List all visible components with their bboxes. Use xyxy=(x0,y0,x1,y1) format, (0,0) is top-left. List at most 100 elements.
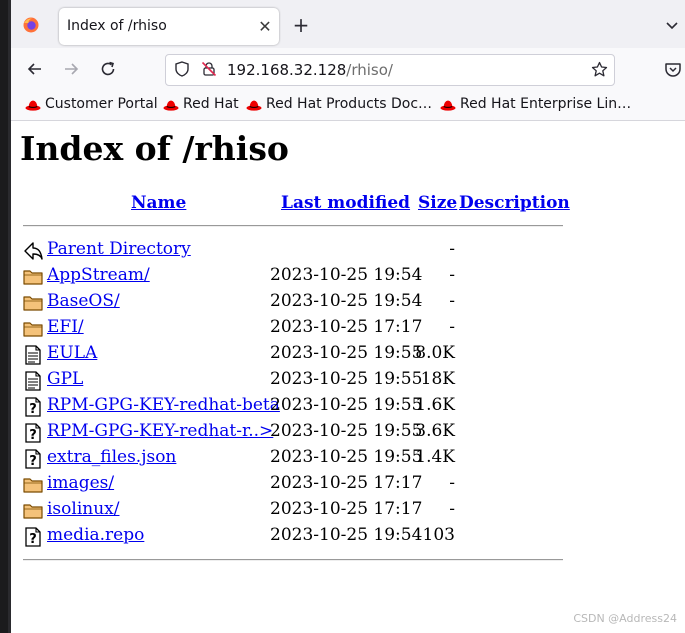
last-modified: 2023-10-25 17:17 xyxy=(270,317,423,337)
last-modified: 2023-10-25 19:55 xyxy=(270,421,423,441)
bookmark-label: Red Hat Enterprise Lin… xyxy=(460,96,632,112)
folder-icon xyxy=(23,293,43,313)
pocket-icon[interactable] xyxy=(663,59,683,79)
file-link[interactable]: media.repo xyxy=(47,525,144,545)
table-row: ? RPM-GPG-KEY-redhat-beta 2023-10-25 19:55… xyxy=(11,393,685,419)
table-row: ? extra_files.json 2023-10-25 19:55 1.4K xyxy=(11,445,685,471)
tab-title: Index of /rhiso xyxy=(67,18,167,34)
file-link[interactable]: EULA xyxy=(47,343,97,363)
url-path: /rhiso/ xyxy=(346,61,393,79)
last-modified: 2023-10-25 19:55 xyxy=(270,395,423,415)
file-link[interactable]: images/ xyxy=(47,473,114,493)
column-header-size[interactable]: Size xyxy=(418,193,457,213)
last-modified: 2023-10-25 17:17 xyxy=(270,473,423,493)
tab-bar: Index of /rhiso ✕ + xyxy=(11,0,685,48)
last-modified: 2023-10-25 19:54 xyxy=(270,265,423,285)
folder-icon xyxy=(23,319,43,339)
file-size: - xyxy=(449,317,455,337)
watermark: CSDN @Address24 xyxy=(573,612,677,625)
footer-divider xyxy=(23,559,563,561)
table-row: AppStream/2023-10-25 19:54 - xyxy=(11,263,685,289)
unknown-file-icon: ? xyxy=(23,527,43,547)
file-size: - xyxy=(449,239,455,259)
table-row: isolinux/2023-10-25 17:17 - xyxy=(11,497,685,523)
file-link[interactable]: RPM-GPG-KEY-redhat-beta xyxy=(47,395,280,415)
file-size: - xyxy=(449,265,455,285)
folder-icon xyxy=(23,501,43,521)
close-icon[interactable]: ✕ xyxy=(255,17,275,37)
shield-icon[interactable] xyxy=(174,61,190,77)
text-file-icon xyxy=(23,371,43,391)
insecure-lock-icon[interactable] xyxy=(201,61,217,77)
redhat-icon xyxy=(440,100,456,111)
bookmark-label: Red Hat xyxy=(183,96,239,112)
file-size: - xyxy=(449,499,455,519)
last-modified: 2023-10-25 19:55 xyxy=(270,343,423,363)
bookmarks-toolbar: Customer Portal Red Hat Red Hat Products… xyxy=(11,90,685,121)
file-link[interactable]: extra_files.json xyxy=(47,447,176,467)
column-header-name[interactable]: Name xyxy=(131,193,186,213)
file-link[interactable]: BaseOS/ xyxy=(47,291,120,311)
column-header-description[interactable]: Description xyxy=(459,193,570,213)
file-link[interactable]: EFI/ xyxy=(47,317,84,337)
folder-icon xyxy=(23,475,43,495)
page-title: Index of /rhiso xyxy=(20,129,289,168)
unknown-file-icon: ? xyxy=(23,423,43,443)
table-row: EULA 2023-10-25 19:55 8.0K xyxy=(11,341,685,367)
firefox-icon[interactable] xyxy=(23,17,39,33)
url-text: 192.168.32.128/rhiso/ xyxy=(227,61,393,79)
last-modified: 2023-10-25 19:55 xyxy=(270,447,423,467)
unknown-file-icon: ? xyxy=(23,397,43,417)
table-row: BaseOS/2023-10-25 19:54 - xyxy=(11,289,685,315)
redhat-icon xyxy=(246,100,262,111)
url-host: 192.168.32.128 xyxy=(227,61,347,79)
file-size: 1.4K xyxy=(415,447,455,467)
last-modified: 2023-10-25 19:54 xyxy=(270,291,423,311)
address-bar[interactable]: 192.168.32.128/rhiso/ xyxy=(165,54,615,86)
header-divider xyxy=(23,225,563,227)
chevron-down-icon[interactable] xyxy=(663,16,681,34)
last-modified: 2023-10-25 19:54 xyxy=(270,525,423,545)
svg-text:?: ? xyxy=(29,454,37,469)
svg-text:?: ? xyxy=(29,402,37,417)
browser-window: Index of /rhiso ✕ + 192.168.32.128/rhiso… xyxy=(11,0,685,633)
table-row: images/2023-10-25 17:17 - xyxy=(11,471,685,497)
table-row: Parent Directory - xyxy=(11,237,685,263)
file-size: 1.6K xyxy=(415,395,455,415)
file-size: 3.6K xyxy=(415,421,455,441)
file-link[interactable]: AppStream/ xyxy=(47,265,150,285)
svg-text:?: ? xyxy=(29,428,37,443)
column-header-last-modified[interactable]: Last modified xyxy=(281,193,410,213)
file-size: 103 xyxy=(422,525,455,545)
bookmark-label: Customer Portal xyxy=(45,96,158,112)
bookmark-star-icon[interactable] xyxy=(591,61,608,78)
file-size: 18K xyxy=(420,369,455,389)
table-row: GPL 2023-10-25 19:55 18K xyxy=(11,367,685,393)
file-link[interactable]: RPM-GPG-KEY-redhat-r..> xyxy=(47,421,273,441)
text-file-icon xyxy=(23,345,43,365)
bookmark-label: Red Hat Products Doc… xyxy=(266,96,433,112)
file-link[interactable]: Parent Directory xyxy=(47,239,191,259)
folder-icon xyxy=(23,267,43,287)
reload-icon[interactable] xyxy=(98,59,118,79)
table-row: EFI/2023-10-25 17:17 - xyxy=(11,315,685,341)
table-row: ? media.repo 2023-10-25 19:54 103 xyxy=(11,523,685,549)
page-content: Index of /rhiso Name Last modified Size … xyxy=(11,121,685,633)
file-size: - xyxy=(449,291,455,311)
file-link[interactable]: isolinux/ xyxy=(47,499,119,519)
redhat-icon xyxy=(25,100,41,111)
redhat-icon xyxy=(163,100,179,111)
forward-arrow-icon[interactable] xyxy=(61,59,81,79)
file-size: - xyxy=(449,473,455,493)
svg-text:?: ? xyxy=(29,532,37,547)
last-modified: 2023-10-25 17:17 xyxy=(270,499,423,519)
tab-active[interactable]: Index of /rhiso ✕ xyxy=(59,8,279,45)
file-link[interactable]: GPL xyxy=(47,369,83,389)
new-tab-button[interactable]: + xyxy=(291,15,311,35)
last-modified: 2023-10-25 19:55 xyxy=(270,369,423,389)
back-arrow-icon[interactable] xyxy=(25,59,45,79)
unknown-file-icon: ? xyxy=(23,449,43,469)
table-row: ? RPM-GPG-KEY-redhat-r..> 2023-10-25 19:55… xyxy=(11,419,685,445)
back-icon xyxy=(23,241,43,261)
file-size: 8.0K xyxy=(415,343,455,363)
